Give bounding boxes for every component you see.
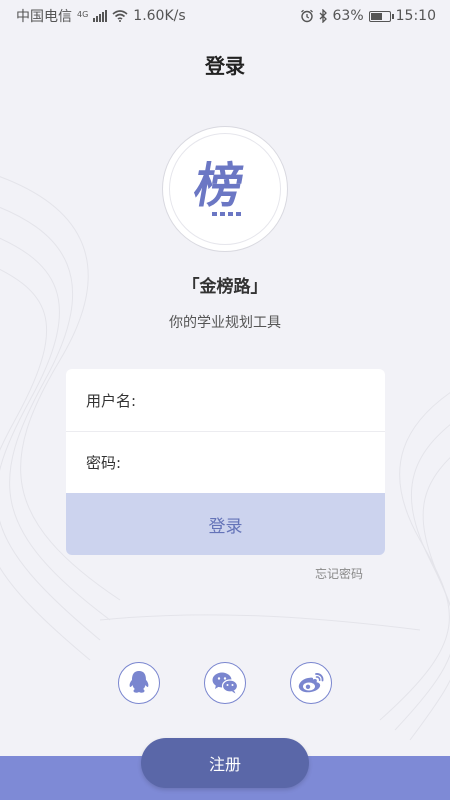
battery-fill xyxy=(370,12,382,20)
wifi-icon xyxy=(112,10,128,22)
carrier-name: 中国电信 xyxy=(16,9,72,25)
logo-glyph: 榜 xyxy=(190,158,248,214)
password-label: 密码: xyxy=(86,454,122,472)
username-input[interactable] xyxy=(140,391,365,409)
wechat-icon xyxy=(212,672,239,694)
network-speed: 1.60K/s xyxy=(133,8,186,24)
clock-time: 15:10 xyxy=(395,8,436,24)
alarm-clock-icon xyxy=(300,9,313,23)
battery-icon xyxy=(368,10,394,22)
register-button[interactable]: 注册 xyxy=(141,738,309,788)
social-login-row xyxy=(0,662,450,704)
forgot-password-link[interactable]: 忘记密码 xyxy=(315,565,363,582)
username-row: 用户名: xyxy=(66,369,385,431)
status-bar: 中国电信 4G 1.60K/s 63% 15:10 xyxy=(0,0,450,32)
qq-login-button[interactable] xyxy=(118,662,160,704)
app-logo: 榜 xyxy=(162,126,288,252)
status-left: 中国电信 4G 1.60K/s xyxy=(16,6,186,26)
status-right: 63% 15:10 xyxy=(300,8,436,24)
cell-signal-icon xyxy=(93,10,108,22)
password-row: 密码: xyxy=(66,431,385,493)
username-label: 用户名: xyxy=(86,391,137,410)
weibo-login-button[interactable] xyxy=(290,662,332,704)
bang-logo-icon: 榜 xyxy=(190,158,248,216)
weibo-icon xyxy=(298,673,324,693)
network-type: 4G xyxy=(77,10,89,19)
app-logo-inner: 榜 xyxy=(169,133,281,245)
qq-icon xyxy=(129,671,149,693)
login-form: 用户名: 密码: 登录 xyxy=(66,369,385,555)
app-name: 「金榜路」 xyxy=(182,277,268,297)
app-tagline: 你的学业规划工具 xyxy=(169,315,281,331)
password-input[interactable] xyxy=(125,453,365,472)
login-button[interactable]: 登录 xyxy=(66,493,385,555)
battery-percent: 63% xyxy=(332,8,364,24)
page-title: 登录 xyxy=(205,54,245,78)
bluetooth-icon xyxy=(319,9,327,23)
wechat-login-button[interactable] xyxy=(204,662,246,704)
